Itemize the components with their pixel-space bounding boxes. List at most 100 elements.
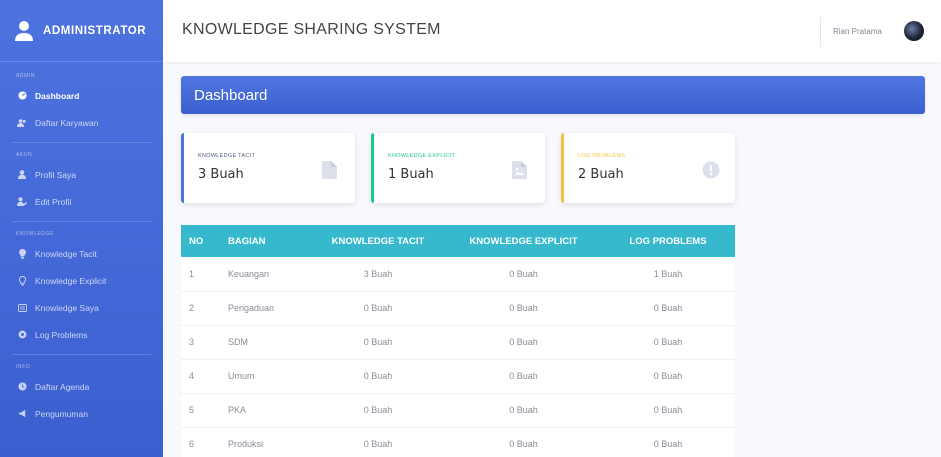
cell-log-problems: 1 Buah [601, 257, 735, 292]
card-accent-bar [181, 133, 184, 203]
sidebar-item-daftar-karyawan[interactable]: Daftar Karyawan [0, 109, 163, 136]
column-header-bagian: BAGIAN [218, 225, 310, 257]
cell-bagian: Umum [218, 359, 310, 394]
bullhorn-icon [17, 409, 27, 419]
sidebar-item-label: Pengumuman [35, 408, 88, 419]
cell-bagian: PKA [218, 393, 310, 428]
sidebar-divider [12, 221, 151, 222]
cell-bagian: SDM [218, 325, 310, 360]
dashboard-header: Dashboard [181, 76, 925, 114]
cell-knowledge-explicit: 0 Buah [446, 257, 601, 292]
cell-log-problems: 0 Buah [601, 359, 735, 394]
sidebar-item-log-problems[interactable]: Log Problems [0, 321, 163, 348]
lightbulb-icon [17, 248, 27, 259]
cell-log-problems: 0 Buah [601, 291, 735, 326]
sidebar-item-pengumuman[interactable]: Pengumuman [0, 400, 163, 427]
sidebar-menu: ADMIN Dashboard Daftar Karyawan AKUN Profil … [0, 70, 163, 427]
user-edit-icon [17, 197, 27, 207]
sidebar-divider [12, 142, 151, 143]
sidebar-heading: AKUN [16, 152, 33, 158]
cell-knowledge-explicit: 0 Buah [446, 291, 601, 326]
cell-no: 5 [181, 393, 218, 428]
sidebar-item-label: Profil Saya [35, 169, 77, 180]
cell-knowledge-explicit: 0 Buah [446, 325, 601, 360]
sidebar-item-label: Edit Profil [35, 196, 72, 207]
card-value: 3 Buah [198, 167, 244, 182]
cell-knowledge-tacit: 0 Buah [310, 427, 446, 457]
table-row: 4 Umum 0 Buah 0 Buah 0 Buah [181, 359, 735, 394]
table-row: 6 Produksi 0 Buah 0 Buah 0 Buah [181, 427, 735, 457]
user-icon [17, 170, 27, 180]
avatar[interactable] [904, 21, 924, 41]
cell-knowledge-tacit: 3 Buah [310, 257, 446, 292]
topbar: KNOWLEDGE SHARING SYSTEM Rian Pratama [163, 0, 941, 62]
file-icon [322, 161, 337, 179]
sidebar-item-knowledge-saya[interactable]: Knowledge Saya [0, 294, 163, 321]
cell-knowledge-explicit: 0 Buah [446, 427, 601, 457]
table-header-row: NO BAGIAN KNOWLEDGE TACIT KNOWLEDGE EXPL… [181, 225, 735, 257]
tachometer-icon [17, 91, 27, 101]
user-icon [14, 20, 34, 42]
brand-title: ADMINISTRATOR [43, 24, 147, 37]
cell-knowledge-tacit: 0 Buah [310, 325, 446, 360]
sidebar-divider [12, 354, 151, 355]
cell-bagian: Keuangan [218, 257, 310, 292]
sidebar: ADMINISTRATOR ADMIN Dashboard Daftar Karya… [0, 0, 163, 457]
cell-knowledge-explicit: 0 Buah [446, 359, 601, 394]
card-log-problems: LOG PROBLEMS 2 Buah [561, 133, 735, 203]
cell-knowledge-explicit: 0 Buah [446, 393, 601, 428]
column-header-no: NO [181, 225, 218, 257]
card-value: 2 Buah [578, 167, 624, 182]
cell-log-problems: 0 Buah [601, 427, 735, 457]
card-label: KNOWLEDGE EXPLICIT [388, 153, 456, 159]
sidebar-item-edit-profil[interactable]: Edit Profil [0, 188, 163, 215]
sidebar-item-knowledge-tacit[interactable]: Knowledge Tacit [0, 240, 163, 267]
cell-knowledge-tacit: 0 Buah [310, 291, 446, 326]
sidebar-item-label: Log Problems [35, 329, 88, 340]
column-header-tacit: KNOWLEDGE TACIT [310, 225, 446, 257]
column-header-log: LOG PROBLEMS [601, 225, 735, 257]
user-name[interactable]: Rian Pratama [833, 27, 882, 36]
book-icon [17, 303, 27, 313]
sidebar-item-label: Knowledge Saya [35, 302, 99, 313]
topbar-divider [820, 17, 821, 47]
sidebar-heading: ADMIN [16, 73, 36, 79]
sidebar-item-dashboard[interactable]: Dashboard [0, 82, 163, 109]
cell-bagian: Produksi [218, 427, 310, 457]
cell-no: 6 [181, 427, 218, 457]
column-header-explicit: KNOWLEDGE EXPLICIT [446, 225, 601, 257]
sidebar-item-daftar-agenda[interactable]: Daftar Agenda [0, 373, 163, 400]
card-knowledge-explicit: KNOWLEDGE EXPLICIT 1 Buah [371, 133, 545, 203]
calendar-icon [17, 382, 27, 392]
lightbulb-outline-icon [17, 275, 27, 286]
exclamation-circle-icon [702, 161, 720, 179]
sidebar-item-profil-saya[interactable]: Profil Saya [0, 161, 163, 188]
cog-icon [17, 330, 27, 340]
card-knowledge-tacit: KNOWLEDGE TACIT 3 Buah [181, 133, 355, 203]
cell-no: 3 [181, 325, 218, 360]
app-title: KNOWLEDGE SHARING SYSTEM [182, 21, 441, 38]
card-accent-bar [371, 133, 374, 203]
users-icon [17, 118, 27, 128]
table-row: 1 Keuangan 3 Buah 0 Buah 1 Buah [181, 257, 735, 292]
sidebar-item-label: Daftar Agenda [35, 381, 90, 392]
card-label: KNOWLEDGE TACIT [198, 153, 256, 159]
sidebar-item-label: Dashboard [35, 90, 80, 101]
sidebar-item-knowledge-explicit[interactable]: Knowledge Explicit [0, 267, 163, 294]
sidebar-item-label: Knowledge Tacit [35, 248, 97, 259]
page-title: Dashboard [194, 87, 268, 104]
sidebar-heading: KNOWLEDGE [16, 231, 54, 237]
cell-knowledge-tacit: 0 Buah [310, 359, 446, 394]
sidebar-heading: INFO [16, 364, 31, 370]
card-value: 1 Buah [388, 167, 434, 182]
cell-no: 1 [181, 257, 218, 292]
cell-no: 2 [181, 291, 218, 326]
file-image-icon [512, 161, 527, 179]
card-accent-bar [561, 133, 564, 203]
sidebar-brand[interactable]: ADMINISTRATOR [0, 0, 163, 62]
table-row: 5 PKA 0 Buah 0 Buah 0 Buah [181, 393, 735, 428]
summary-table: NO BAGIAN KNOWLEDGE TACIT KNOWLEDGE EXPL… [181, 225, 735, 457]
cell-log-problems: 0 Buah [601, 393, 735, 428]
cell-log-problems: 0 Buah [601, 325, 735, 360]
cell-no: 4 [181, 359, 218, 394]
